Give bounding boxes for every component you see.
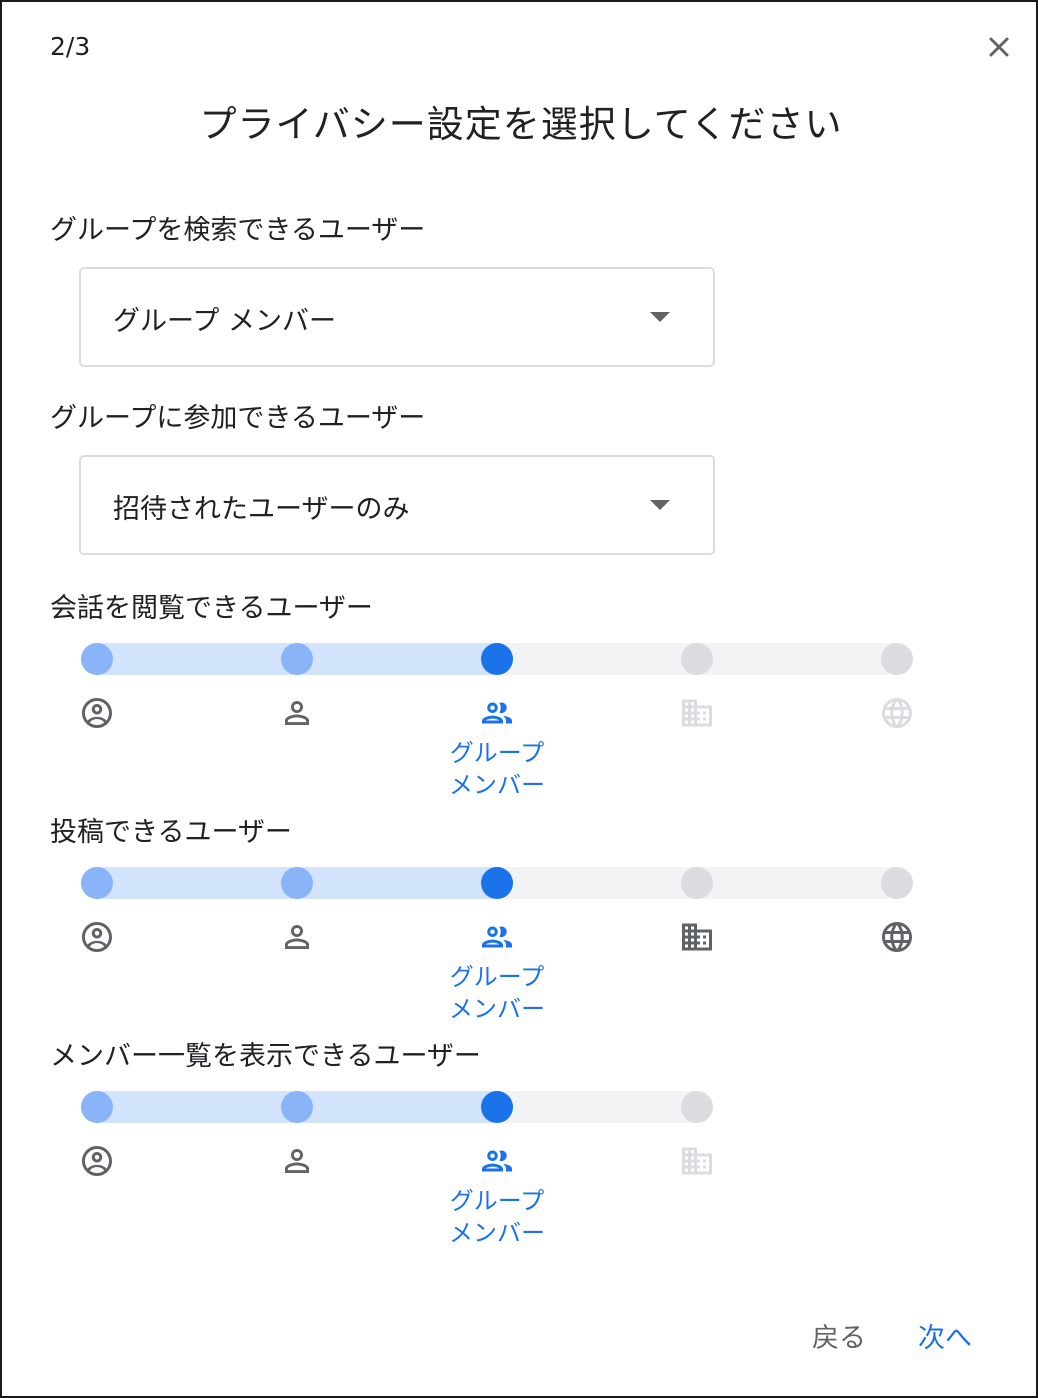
view-level-4-dot[interactable]	[881, 643, 913, 675]
members-label: メンバー一覧を表示できるユーザー	[50, 1041, 481, 1072]
join-select[interactable]: 招待されたユーザーのみ	[79, 455, 715, 555]
post-slider: グループ メンバー	[2, 851, 1038, 1051]
dropdown-arrow-icon	[650, 500, 670, 510]
account-circle-icon	[82, 698, 112, 728]
members-level-2-dot[interactable]	[481, 1091, 513, 1123]
view-selected-label-line1: グループ	[449, 739, 545, 767]
join-label: グループに参加できるユーザー	[50, 403, 426, 434]
dialog-title: プライバシー設定を選択してください	[199, 103, 843, 146]
view-selected-label-line2: メンバー	[449, 771, 545, 799]
person-icon	[285, 701, 309, 725]
domain-icon	[682, 923, 712, 951]
search-select[interactable]: グループ メンバー	[79, 267, 715, 367]
person-icon	[285, 925, 309, 949]
members-level-1-dot[interactable]	[281, 1091, 313, 1123]
join-select-value: 招待されたユーザーのみ	[113, 494, 410, 525]
view-slider: グループ メンバー	[2, 627, 1038, 827]
view-label: 会話を閲覧できるユーザー	[50, 593, 373, 624]
search-select-value: グループ メンバー	[113, 306, 336, 337]
group-icon	[482, 1150, 512, 1172]
members-selected-label: グループ メンバー	[417, 1185, 577, 1249]
members-level-0-dot[interactable]	[81, 1091, 113, 1123]
view-level-0-dot[interactable]	[81, 643, 113, 675]
view-level-1-dot[interactable]	[281, 643, 313, 675]
post-level-0-dot[interactable]	[81, 867, 113, 899]
search-label: グループを検索できるユーザー	[50, 215, 426, 246]
view-level-3-dot[interactable]	[681, 643, 713, 675]
post-label: 投稿できるユーザー	[50, 817, 292, 848]
members-slider: グループ メンバー	[2, 1075, 1038, 1275]
group-icon	[482, 702, 512, 724]
domain-icon	[682, 699, 712, 727]
post-level-4-dot[interactable]	[881, 867, 913, 899]
post-selected-label: グループ メンバー	[417, 961, 577, 1025]
post-selected-label-line2: メンバー	[449, 995, 545, 1023]
view-selected-label: グループ メンバー	[417, 737, 577, 801]
members-selected-label-line2: メンバー	[449, 1219, 545, 1247]
dropdown-arrow-icon	[650, 312, 670, 322]
back-button[interactable]: 戻る	[806, 1312, 872, 1359]
globe-icon	[882, 698, 912, 728]
group-icon	[482, 926, 512, 948]
post-selected-label-line1: グループ	[449, 963, 545, 991]
next-button[interactable]: 次へ	[912, 1312, 978, 1359]
close-button[interactable]	[974, 22, 1024, 72]
post-level-2-dot[interactable]	[481, 867, 513, 899]
privacy-dialog: 2/3 プライバシー設定を選択してください グループを検索できるユーザー グルー…	[0, 0, 1038, 1398]
person-icon	[285, 1149, 309, 1173]
account-circle-icon	[82, 1146, 112, 1176]
post-level-3-dot[interactable]	[681, 867, 713, 899]
view-level-2-dot[interactable]	[481, 643, 513, 675]
account-circle-icon	[82, 922, 112, 952]
globe-icon	[882, 922, 912, 952]
members-level-3-dot[interactable]	[681, 1091, 713, 1123]
members-selected-label-line1: グループ	[449, 1187, 545, 1215]
domain-icon	[682, 1147, 712, 1175]
step-indicator: 2/3	[50, 32, 91, 61]
post-level-1-dot[interactable]	[281, 867, 313, 899]
close-icon	[989, 37, 1009, 57]
